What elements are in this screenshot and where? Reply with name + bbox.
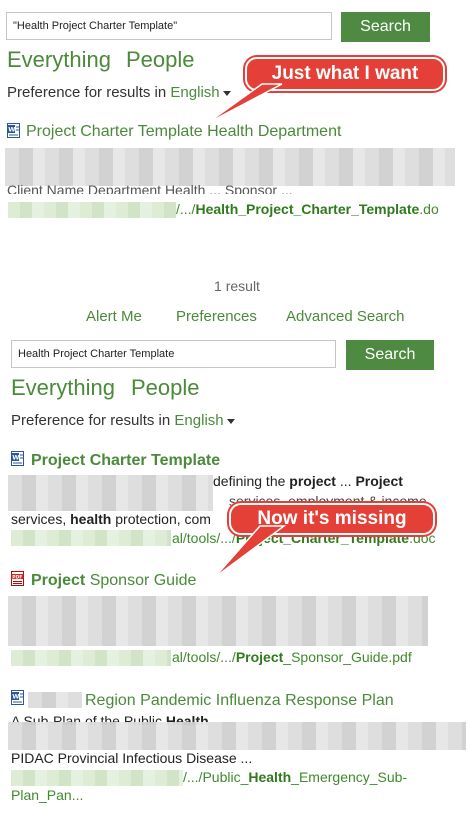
redacted-snippet <box>5 148 455 186</box>
callout-pointer-bottom <box>213 525 287 579</box>
result-title-bottom-3[interactable]: Region Pandemic Influenza Response Plan <box>85 692 394 710</box>
result-snippet-top-1: Client Name Department Health ... Sponso… <box>7 182 293 194</box>
redacted-snippet <box>8 722 466 750</box>
language-preference-top: Preference for results in English <box>7 84 231 101</box>
scope-people-top[interactable]: People <box>126 47 195 73</box>
result-snippet-bottom-3b: PIDAC Provincial Infectious Disease ... <box>11 750 253 766</box>
chevron-down-icon <box>226 418 235 424</box>
scope-everything-top[interactable]: Everything <box>7 47 111 73</box>
search-input-top[interactable]: "Health Project Charter Template" <box>6 12 332 40</box>
result-title-top-1[interactable]: Project Charter Template Health Departme… <box>26 123 341 141</box>
redacted-url <box>11 770 183 786</box>
result-url-bottom-3: /.../Public_Health_Emergency_Sub- <box>183 769 408 785</box>
scope-people-bottom[interactable]: People <box>131 375 200 401</box>
pdf-doc-icon: PDF <box>11 571 24 586</box>
result-title-bottom-1[interactable]: Project Charter Template <box>31 452 220 470</box>
svg-text:W: W <box>12 454 19 462</box>
redacted-url <box>11 530 171 546</box>
svg-text:PDF: PDF <box>12 574 22 580</box>
search-input-bottom[interactable]: Health Project Charter Template <box>11 340 336 368</box>
svg-text:W: W <box>12 693 19 701</box>
redacted-snippet <box>8 596 428 646</box>
result-snippet-bottom-1c: services, health protection, com <box>11 511 211 527</box>
redacted-snippet <box>8 475 213 511</box>
word-doc-icon: W <box>11 690 24 705</box>
advanced-search-link[interactable]: Advanced Search <box>286 308 404 325</box>
callout-pointer-top <box>205 83 283 125</box>
result-snippet-bottom-1a: defining the project ... Project <box>213 473 403 489</box>
search-button-top-label: Search <box>360 18 411 35</box>
result-url-bottom-2: al/tools/.../Project_Sponsor_Guide.pdf <box>172 649 412 665</box>
search-input-top-value: "Health Project Charter Template" <box>13 20 178 32</box>
search-options-preferences: Preferences <box>176 308 257 326</box>
alert-me-link[interactable]: Alert Me <box>86 308 142 325</box>
result-url-bottom-3-line2: Plan_Pan... <box>11 787 84 803</box>
result-url-top-1: /.../Health_Project_Charter_Template.do <box>176 201 439 217</box>
search-options-advanced: Advanced Search <box>286 308 404 326</box>
result-count: 1 result <box>214 278 260 294</box>
search-input-bottom-value: Health Project Charter Template <box>18 348 175 360</box>
svg-text:W: W <box>8 126 15 134</box>
scope-everything-bottom[interactable]: Everything <box>11 375 115 401</box>
language-preference-bottom: Preference for results in English <box>11 412 235 429</box>
word-doc-icon: W <box>7 123 20 138</box>
search-button-bottom[interactable]: Search <box>346 340 434 370</box>
search-button-bottom-label: Search <box>364 346 416 363</box>
redacted-url <box>8 202 176 218</box>
result-title-bottom-2[interactable]: Project Sponsor Guide <box>31 572 196 590</box>
search-options: Alert Me <box>86 308 142 326</box>
redacted-url <box>11 650 171 666</box>
word-doc-icon: W <box>11 451 24 466</box>
language-dropdown-bottom[interactable]: English <box>174 412 235 429</box>
search-button-top[interactable]: Search <box>341 12 430 42</box>
preferences-link[interactable]: Preferences <box>176 308 257 325</box>
redacted-title <box>28 692 82 708</box>
